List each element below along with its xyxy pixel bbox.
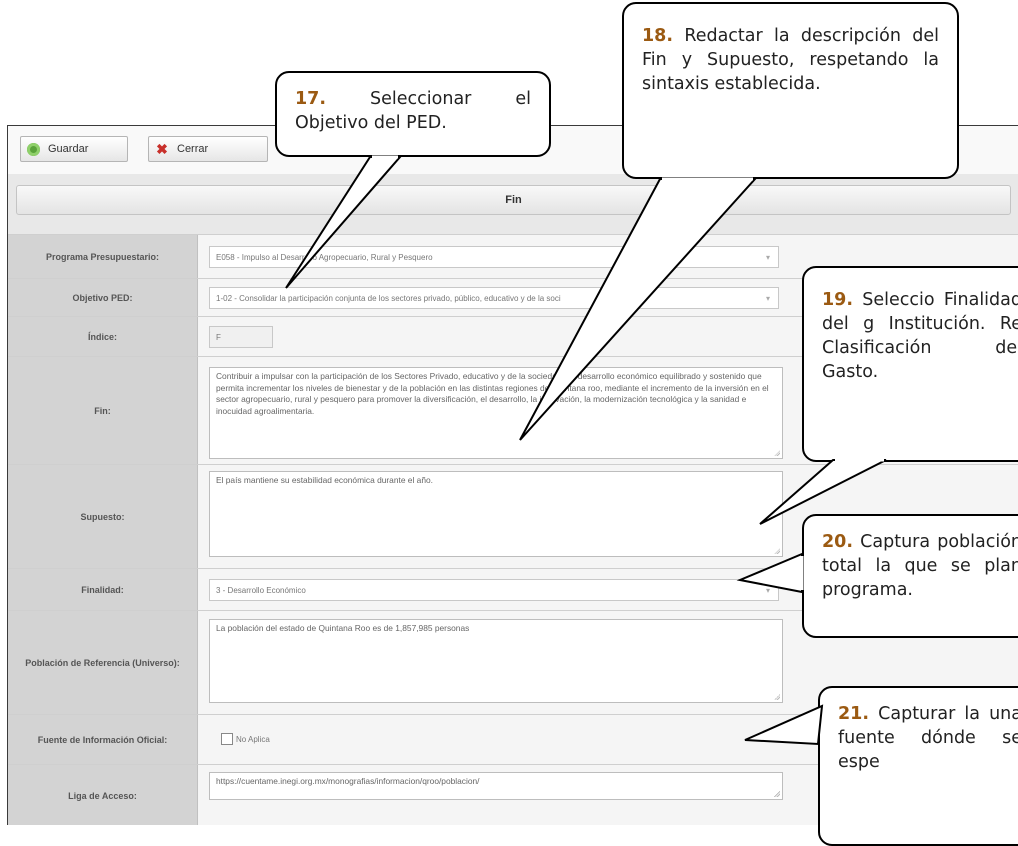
pointer-17 [285,156,403,289]
pointer-20 [736,552,803,594]
pointer-19 [759,459,887,525]
pointer-21 [744,704,824,746]
pointer-18 [519,178,758,441]
callout-pointers [285,155,887,746]
